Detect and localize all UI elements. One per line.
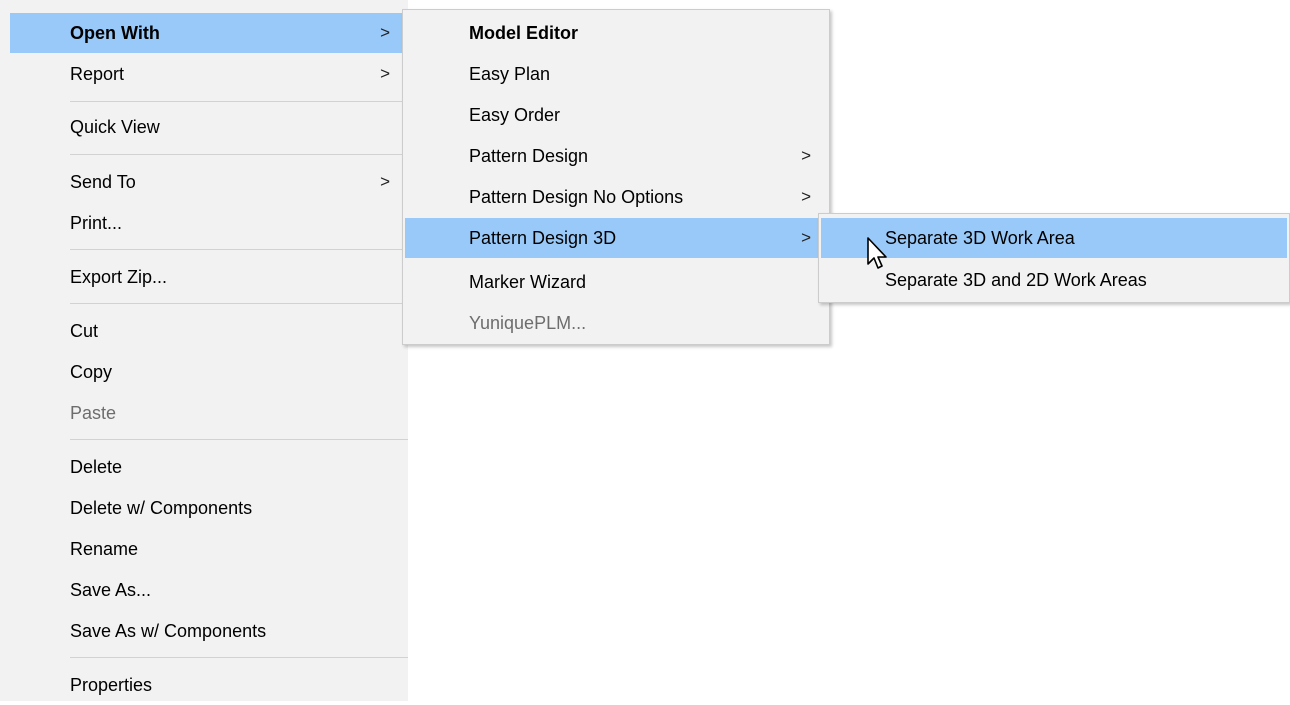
menu-item-label: Easy Plan [469, 64, 551, 84]
menu-separator [70, 154, 408, 155]
menu-item-label: Send To [70, 172, 136, 192]
menu-item-label: Separate 3D Work Area [885, 228, 1075, 248]
menu-item-label: Save As w/ Components [70, 621, 267, 641]
menu-item-label: Rename [70, 539, 139, 559]
menu-item-rename[interactable]: Rename [10, 529, 406, 569]
menu-item-label: Pattern Design No Options [469, 187, 684, 207]
menu-item-label: Marker Wizard [469, 272, 587, 292]
submenu-arrow-icon: > [801, 228, 811, 247]
menu-item-report[interactable]: Report > [10, 54, 406, 94]
menu-item-label: Export Zip... [70, 267, 168, 287]
menu-item-label: Delete [70, 457, 123, 477]
menu-item-separate-3d-and-2d-work-areas[interactable]: Separate 3D and 2D Work Areas [821, 260, 1287, 300]
menu-item-label: Paste [70, 403, 117, 423]
menu-item-label: YuniquePLM... [469, 313, 587, 333]
menu-item-quick-view[interactable]: Quick View [10, 107, 406, 147]
submenu-arrow-icon: > [801, 187, 811, 206]
menu-item-delete[interactable]: Delete [10, 447, 406, 487]
submenu-arrow-icon: > [380, 64, 390, 83]
menu-item-save-as[interactable]: Save As... [10, 570, 406, 610]
menu-separator [70, 657, 408, 658]
menu-item-label: Copy [70, 362, 113, 382]
menu-separator [70, 439, 408, 440]
menu-item-copy[interactable]: Copy [10, 352, 406, 392]
submenu-arrow-icon: > [380, 23, 390, 42]
mouse-pointer-icon [867, 237, 887, 269]
menu-item-label: Pattern Design [469, 146, 589, 166]
menu-item-label: Separate 3D and 2D Work Areas [885, 270, 1147, 290]
submenu-arrow-icon: > [801, 146, 811, 165]
menu-item-properties[interactable]: Properties [10, 665, 406, 705]
menu-item-cut[interactable]: Cut [10, 311, 406, 351]
menu-item-label: Print... [70, 213, 123, 233]
menu-separator [70, 249, 408, 250]
menu-item-label: Open With [70, 23, 160, 43]
menu-separator [70, 303, 408, 304]
menu-item-separate-3d-work-area[interactable]: Separate 3D Work Area [821, 218, 1287, 258]
menu-item-print[interactable]: Print... [10, 203, 406, 243]
menu-item-easy-order[interactable]: Easy Order [405, 95, 827, 135]
menu-item-export-zip[interactable]: Export Zip... [10, 257, 406, 297]
menu-item-easy-plan[interactable]: Easy Plan [405, 54, 827, 94]
context-menu: Open With > Report > Quick View Send To … [0, 0, 408, 701]
open-with-submenu: Model Editor Easy Plan Easy Order Patter… [402, 9, 830, 345]
menu-item-model-editor[interactable]: Model Editor [405, 13, 827, 53]
menu-item-label: Easy Order [469, 105, 561, 125]
menu-item-label: Quick View [70, 117, 160, 137]
menu-item-label: Save As... [70, 580, 152, 600]
menu-item-save-as-with-components[interactable]: Save As w/ Components [10, 611, 406, 651]
menu-item-label: Properties [70, 675, 153, 695]
menu-item-label: Model Editor [469, 23, 578, 43]
menu-item-yuniqueplm[interactable]: YuniquePLM... [405, 303, 827, 343]
submenu-arrow-icon: > [380, 172, 390, 191]
menu-item-label: Report [70, 64, 125, 84]
menu-item-marker-wizard[interactable]: Marker Wizard [405, 262, 827, 302]
menu-item-paste[interactable]: Paste [10, 393, 406, 433]
menu-item-label: Pattern Design 3D [469, 228, 617, 248]
menu-item-send-to[interactable]: Send To > [10, 162, 406, 202]
menu-item-label: Cut [70, 321, 99, 341]
menu-item-pattern-design-no-options[interactable]: Pattern Design No Options > [405, 177, 827, 217]
menu-separator [70, 101, 408, 102]
menu-item-open-with[interactable]: Open With > [10, 13, 406, 53]
menu-item-pattern-design[interactable]: Pattern Design > [405, 136, 827, 176]
menu-item-pattern-design-3d[interactable]: Pattern Design 3D > [405, 218, 827, 258]
menu-item-delete-with-components[interactable]: Delete w/ Components [10, 488, 406, 528]
menu-item-label: Delete w/ Components [70, 498, 253, 518]
